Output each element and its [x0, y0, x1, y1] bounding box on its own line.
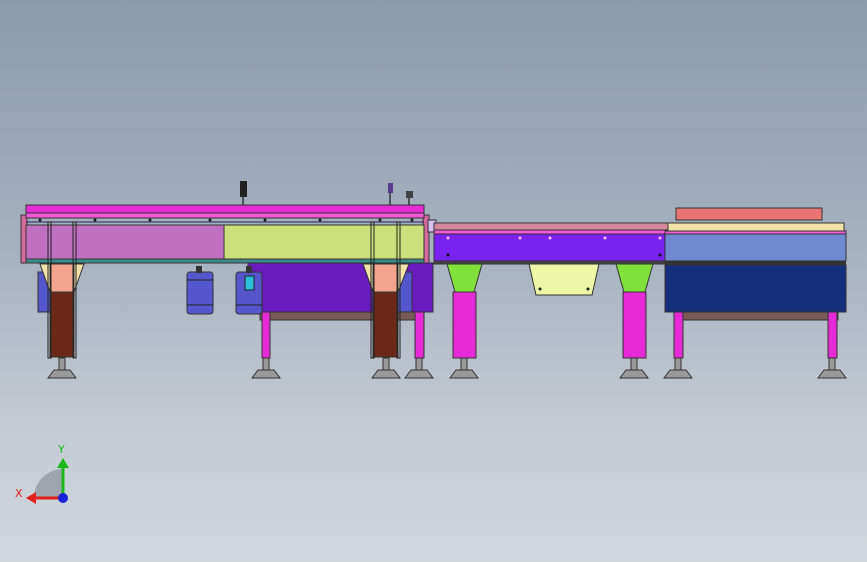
- leveling-feet: [47, 357, 847, 379]
- side-panel-lime: [223, 224, 425, 260]
- lower-band: [25, 258, 425, 264]
- conveyor-assembly-drawing: [20, 181, 847, 504]
- motor-middle: [186, 266, 214, 315]
- cad-viewport[interactable]: Y X: [0, 0, 867, 562]
- middle-top-rail: [433, 222, 669, 231]
- sensor-post-2: [388, 183, 393, 193]
- top-rail: [25, 204, 425, 214]
- sensor-post-3: [406, 191, 413, 198]
- triad-plane: [34, 469, 63, 498]
- right-leg-2: [827, 311, 838, 359]
- motor-right: [235, 266, 263, 315]
- right-conveyor-module: [664, 207, 847, 359]
- right-lower-panel: [664, 264, 847, 313]
- left-conveyor-module: [20, 181, 434, 359]
- top-rail-lower: [25, 212, 425, 219]
- top-plate: [675, 207, 823, 221]
- z-axis-dot: [58, 493, 68, 503]
- x-axis-label: X: [15, 487, 23, 500]
- middle-leg-left: [446, 263, 483, 359]
- rail-bolts: [38, 218, 414, 222]
- right-leg-1: [673, 311, 684, 359]
- side-panel-mauve: [25, 224, 225, 260]
- middle-conveyor-module: [427, 219, 669, 359]
- drive-base-plate: [259, 311, 424, 321]
- sensor-post-1: [240, 181, 247, 197]
- right-upper-panel: [664, 233, 847, 262]
- slender-leg-1: [261, 311, 271, 359]
- axis-triad: [26, 458, 69, 504]
- middle-leg-right: [615, 263, 654, 359]
- y-axis-label: Y: [58, 443, 65, 456]
- slender-leg-2: [414, 311, 425, 359]
